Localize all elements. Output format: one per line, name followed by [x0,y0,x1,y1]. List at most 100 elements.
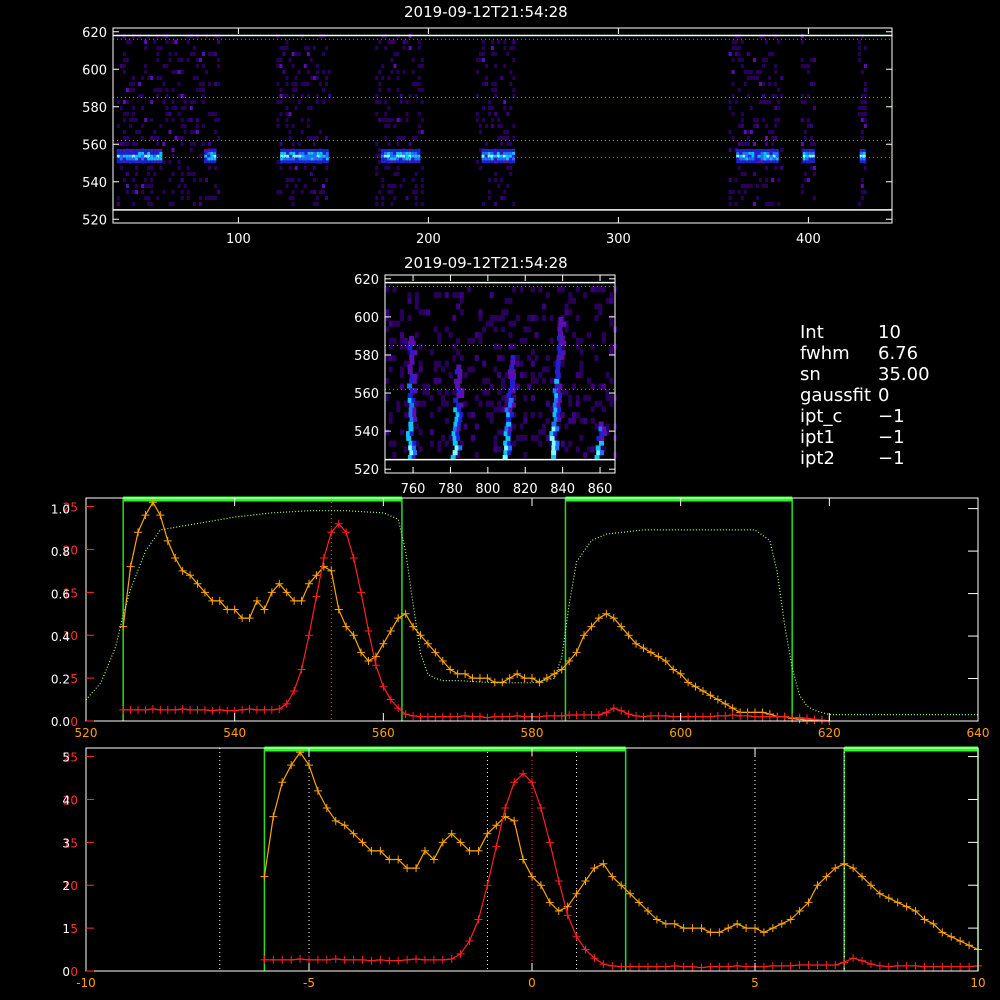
data-point [572,889,581,898]
heatmap-pixel [153,88,157,92]
heatmap-pixel [409,359,415,365]
heatmap-pixel [426,309,431,316]
heatmap-pixel [512,374,517,379]
heatmap-pixel [125,184,129,188]
heatmap-pixel [122,118,126,122]
heatmap-pixel [509,172,513,176]
heatmap-pixel [409,354,415,360]
data-point [706,962,715,971]
heatmap-pixel [201,142,205,146]
heatmap-pixel [751,148,755,152]
heatmap-pixel [760,151,764,155]
data-point [156,705,165,714]
heatmap-pixel [213,151,217,155]
heatmap-pixel [405,100,409,104]
heatmap-pixel [493,366,498,373]
heatmap-pixel [306,106,310,110]
heatmap-pixel [180,106,184,110]
heatmap-pixel [557,397,562,403]
heatmap-pixel [500,178,504,182]
heatmap-pixel [414,400,419,407]
heatmap-pixel [553,431,558,437]
heatmap-pixel [409,402,415,408]
heatmap-pixel [192,178,196,182]
heatmap-pixel [564,309,569,316]
heatmap-pixel [752,142,756,146]
data-point [431,712,440,721]
heatmap-pixel [310,151,314,155]
data-point [313,955,322,964]
data-point [510,816,519,825]
heatmap-pixel [755,184,759,188]
heatmap-pixel [390,160,394,164]
heatmap-pixel [303,184,307,188]
heatmap-pixel [494,52,498,56]
heatmap-pixel [285,82,289,86]
heatmap-pixel [497,314,502,321]
heatmap-pixel [478,58,482,62]
data-point [438,712,447,721]
data-point [884,962,893,971]
x-tick-label: 10 [970,976,985,990]
data-point [721,699,730,708]
series-line [123,522,830,722]
heatmap-pixel [511,369,516,375]
y-tick-label: 620 [82,26,107,41]
heatmap-pixel [312,136,316,140]
heatmap-pixel [742,151,746,155]
data-point [920,962,929,971]
heatmap-pixel [763,148,767,152]
heatmap-pixel [141,136,145,140]
heatmap-pixel [138,94,142,98]
heatmap-pixel [375,166,379,170]
heatmap-pixel [509,378,515,384]
heatmap-pixel [399,136,403,140]
data-point [947,962,956,971]
x-tick-label: 820 [513,482,538,497]
data-point [519,855,528,864]
data-point [386,626,395,635]
heatmap-pixel [150,166,154,170]
heatmap-pixel [806,124,810,128]
heatmap-pixel [392,354,397,361]
heatmap-pixel [763,151,767,155]
heatmap-pixel [282,70,286,74]
heatmap-pixel [412,440,417,446]
data-point [290,686,299,695]
heatmap-pixel [523,434,528,441]
heatmap-pixel [459,354,464,361]
heatmap-pixel [125,142,129,146]
data-point [483,674,492,683]
data-point [178,704,187,713]
heatmap-pixel [519,434,524,441]
data-point [581,876,590,885]
data-point [602,708,611,717]
heatmap-pixel [575,314,580,321]
data-point [371,661,380,670]
heatmap-pixel [174,52,178,56]
heatmap-pixel [605,394,610,401]
x-tick-label: 800 [475,482,500,497]
heatmap-pixel [542,377,547,384]
heatmap-pixel [467,412,472,419]
heatmap-pixel [378,148,382,152]
param-key: ipt1 [800,427,835,448]
heatmap-pixel [135,130,139,134]
heatmap-pixel [165,106,169,110]
data-point [646,648,655,657]
heatmap-pixel [156,142,160,146]
heatmap-pixel [493,434,498,441]
heatmap-pixel [378,160,382,164]
heatmap-pixel [600,435,605,441]
heatmap-pixel [291,196,295,200]
heatmap-pixel [452,314,457,321]
heatmap-pixel [512,40,516,44]
heatmap-pixel [481,157,485,161]
heatmap-pixel [396,52,400,56]
heatmap-pixel [857,40,861,44]
heatmap-pixel [180,136,184,140]
data-point [453,712,462,721]
heatmap-pixel [312,46,316,50]
data-point [572,932,581,941]
heatmap-pixel [481,106,485,110]
